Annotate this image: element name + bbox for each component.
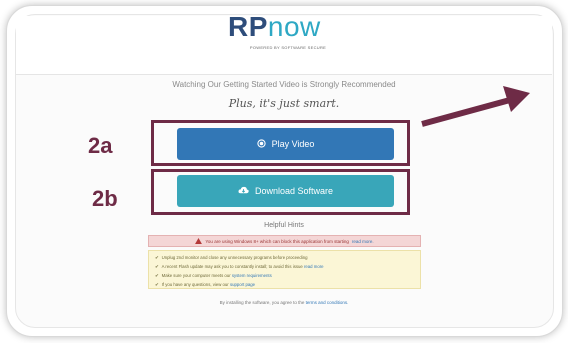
annotation-arrow-icon <box>421 86 530 127</box>
